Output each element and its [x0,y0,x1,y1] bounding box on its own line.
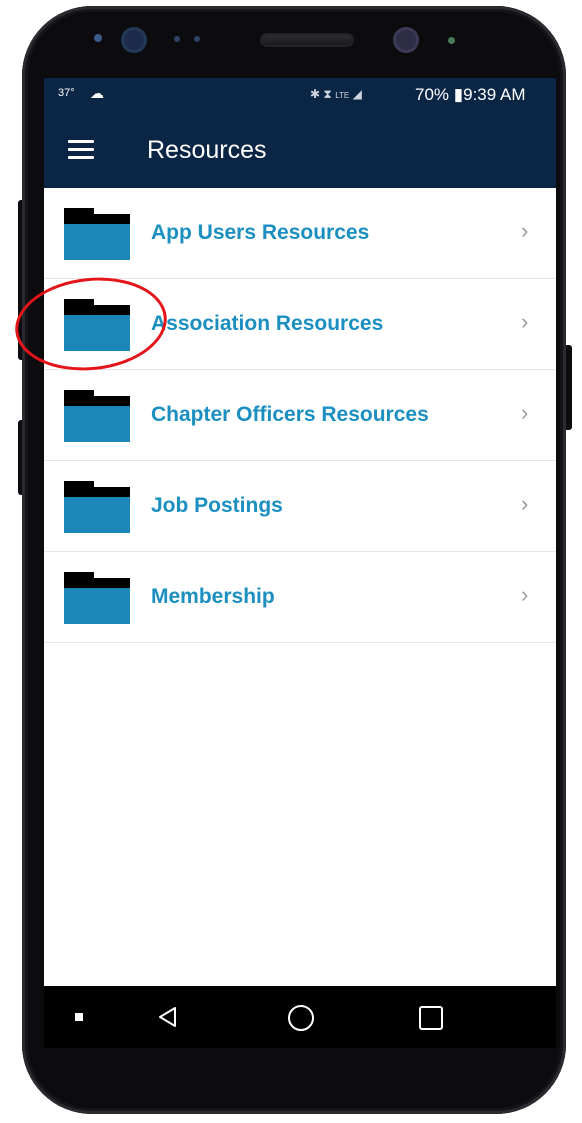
chevron-right-icon: › [521,218,529,243]
sensor-dot [448,37,455,44]
sensor-dot [94,34,102,42]
list-item-label: Association Resources [151,312,384,335]
list-item-label: Job Postings [151,494,283,517]
earpiece-speaker [262,35,352,45]
chevron-right-icon: › [521,400,529,425]
list-item-job-postings[interactable]: Job Postings › [44,461,556,552]
alarm-icon: ⧗ [323,87,332,101]
dot-icon[interactable] [75,1013,83,1021]
recent-apps-icon[interactable] [419,1006,443,1030]
battery-percent: 70% [415,85,450,104]
resources-list: App Users Resources › Association Resour… [44,188,556,643]
phone-screen: 37° ☁ ✱ ⧗ LTE ◢ 70% ▮9:39 AM Resources A… [44,78,556,1048]
list-item-label: Chapter Officers Resources [151,403,429,426]
status-battery-time: 70% ▮9:39 AM [415,85,526,105]
status-bar: 37° ☁ ✱ ⧗ LTE ◢ 70% ▮9:39 AM [44,78,556,112]
page-title: Resources [147,136,267,164]
hamburger-menu-icon[interactable] [68,140,94,160]
battery-icon: ▮ [453,85,464,104]
list-item-app-users-resources[interactable]: App Users Resources › [44,188,556,279]
time-text: 9:39 AM [463,85,526,104]
temperature-text: 37° [58,87,75,99]
app-bar: Resources [44,112,556,188]
list-item-membership[interactable]: Membership › [44,552,556,643]
sensor-dot [194,36,200,42]
bluetooth-icon: ✱ [310,87,321,101]
status-icons: ✱ ⧗ LTE ◢ [310,87,362,102]
chevron-right-icon: › [521,491,529,516]
weather-cloud-icon: ☁ [90,85,104,101]
sensor-dot [174,36,180,42]
list-item-chapter-officers-resources[interactable]: Chapter Officers Resources › [44,370,556,461]
signal-icon: ◢ [352,87,362,101]
front-camera [396,30,416,50]
lte-icon: LTE [335,91,350,100]
chevron-right-icon: › [521,582,529,607]
folder-icon [64,390,130,442]
folder-icon [64,208,130,260]
iris-scanner [124,30,144,50]
android-nav-bar [44,986,556,1048]
home-icon[interactable] [288,1005,314,1031]
list-item-label: App Users Resources [151,221,370,244]
phone-top-bezel [44,20,552,80]
back-icon[interactable] [156,1005,180,1029]
folder-icon [64,481,130,533]
list-item-label: Membership [151,585,275,608]
folder-icon [64,572,130,624]
chevron-right-icon: › [521,309,529,334]
